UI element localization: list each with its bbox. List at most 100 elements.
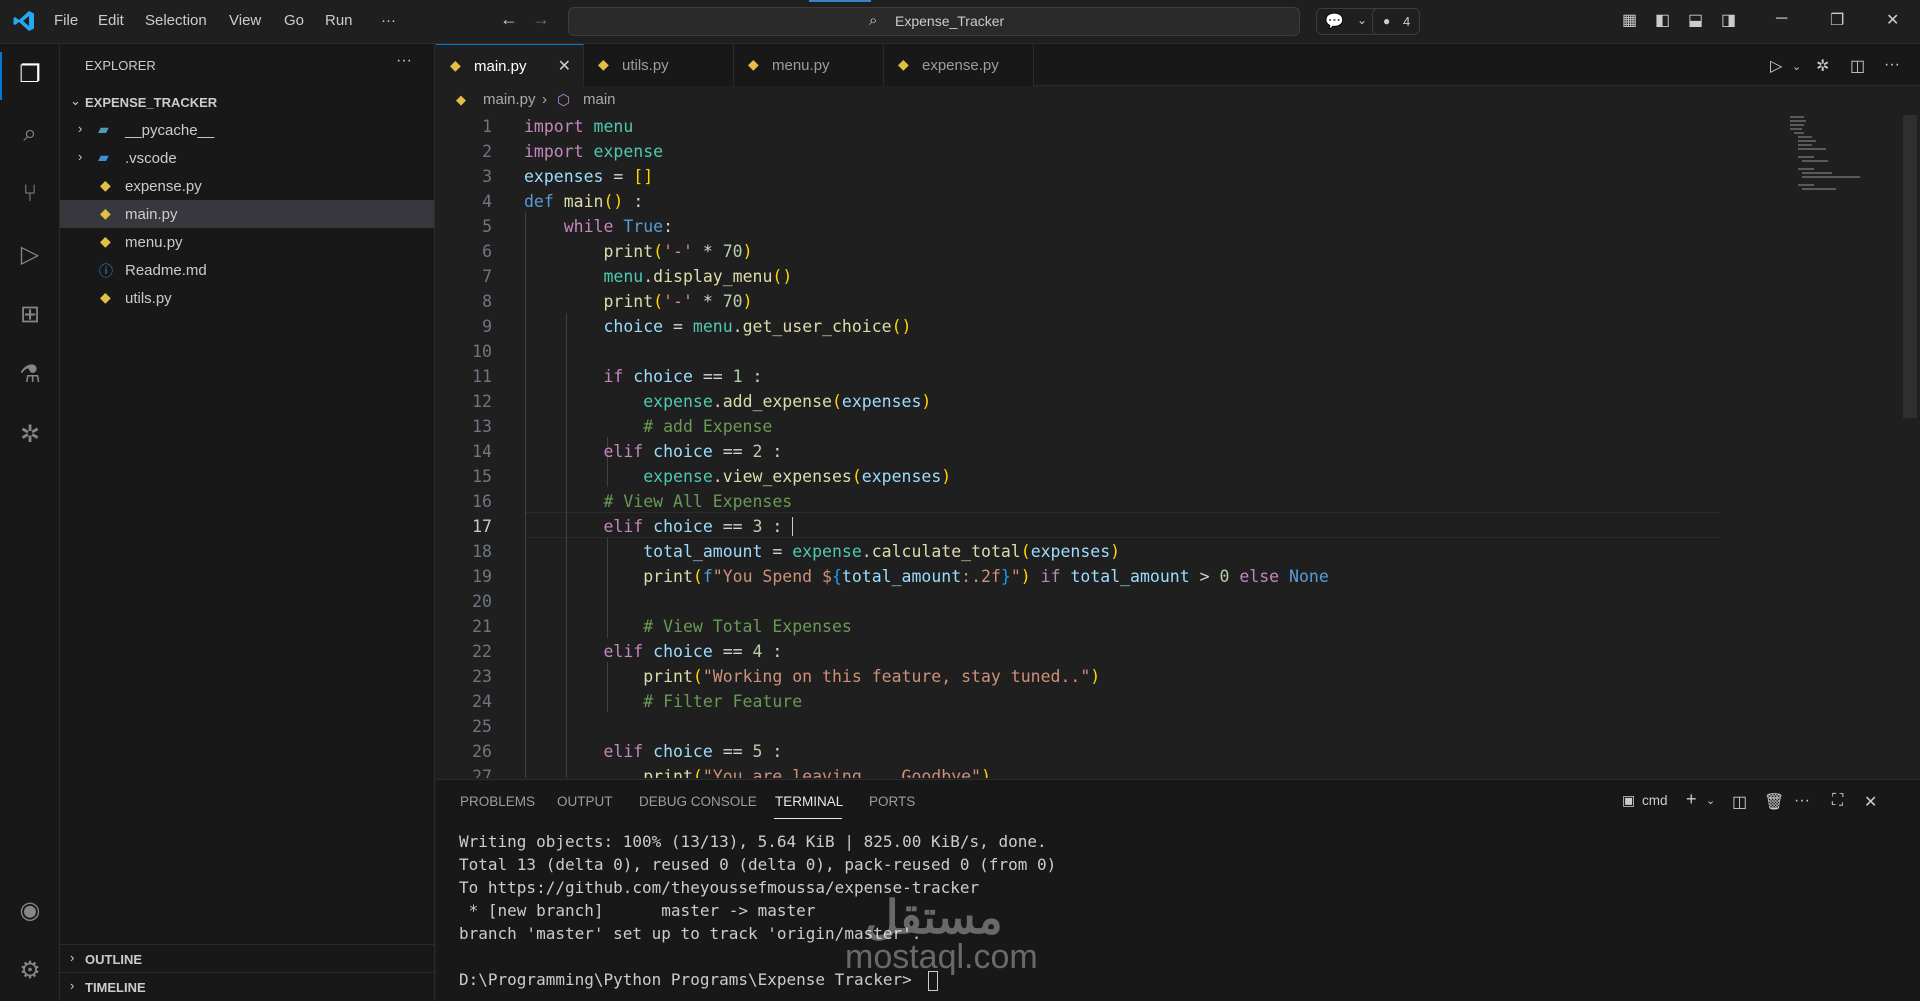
menu-file[interactable]: File [54, 12, 78, 29]
maximize-panel-icon[interactable]: ⛶ [1832, 792, 1843, 810]
line-number: 14 [472, 442, 492, 461]
code-line: 22 elif choice == 4 : [436, 642, 1786, 667]
tab-menu-py[interactable]: ◆ menu.py [734, 44, 884, 86]
menu-more[interactable]: ··· [381, 12, 396, 29]
code-line: 23 print("Working on this feature, stay … [436, 667, 1786, 692]
tree-item-readme[interactable]: ⓘ Readme.md [60, 256, 434, 284]
terminal-line: Total 13 (delta 0), reused 0 (delta 0), … [459, 855, 1057, 874]
chatgpt-icon[interactable]: ✲ [0, 420, 60, 449]
chatgpt-icon[interactable]: ✲ [1816, 56, 1829, 76]
toggle-panel-icon[interactable]: ⬓ [1688, 10, 1703, 30]
code-line: 12 expense.add_expense(expenses) [436, 392, 1786, 417]
testing-icon[interactable]: ⚗ [0, 360, 60, 389]
close-panel-icon[interactable]: ✕ [1864, 792, 1877, 812]
code-line: 7 menu.display_menu() [436, 267, 1786, 292]
tree-item-vscode[interactable]: › ▰ .vscode [60, 144, 434, 172]
editor-tabs: ◆ main.py ✕ ◆ utils.py ◆ menu.py ◆ expen… [436, 44, 1920, 86]
tab-expense-py[interactable]: ◆ expense.py [884, 44, 1034, 86]
tree-item-utils-py[interactable]: ◆ utils.py [60, 284, 434, 312]
code-editor[interactable]: 1 import menu 2 import expense 3 expenses =… [436, 112, 1920, 778]
python-file-icon: ◆ [748, 56, 759, 72]
tree-item-label: utils.py [125, 290, 172, 307]
tree-item-label: Readme.md [125, 262, 207, 279]
breadcrumb-symbol[interactable]: main [583, 91, 616, 108]
tab-output[interactable]: OUTPUT [557, 794, 613, 809]
menu-view[interactable]: View [229, 12, 261, 29]
line-number: 27 [472, 767, 492, 778]
breadcrumb: ◆ main.py › ⬡ main [436, 87, 1920, 111]
code-line: 15 expense.view_expenses(expenses) [436, 467, 1786, 492]
close-icon[interactable]: ✕ [558, 56, 571, 76]
python-file-icon: ◆ [456, 92, 466, 107]
run-debug-icon[interactable]: ▷ [0, 240, 60, 269]
line-number: 12 [472, 392, 492, 411]
line-number: 11 [472, 367, 492, 386]
new-terminal-icon[interactable]: + [1686, 789, 1697, 810]
customize-layout-icon[interactable]: ▦ [1622, 10, 1637, 30]
editor-scrollbar[interactable] [1903, 115, 1917, 418]
vscode-logo-icon [12, 9, 36, 33]
tab-main-py[interactable]: ◆ main.py ✕ [436, 44, 584, 86]
extensions-icon[interactable]: ⊞ [0, 300, 60, 329]
menu-run[interactable]: Run [325, 12, 353, 29]
tree-item-menu-py[interactable]: ◆ menu.py [60, 228, 434, 256]
minimize-icon[interactable]: ─ [1776, 10, 1787, 28]
source-control-icon[interactable]: ⑂ [0, 180, 60, 208]
explorer-sidebar: EXPLORER ··· ⌄ EXPENSE_TRACKER › ▰ __pyc… [60, 44, 435, 1001]
minimap[interactable] [1790, 112, 1876, 192]
project-name: EXPENSE_TRACKER [85, 95, 218, 110]
tab-debug-console[interactable]: DEBUG CONSOLE [639, 794, 757, 809]
breadcrumb-file[interactable]: main.py [483, 91, 536, 108]
trash-icon[interactable]: 🗑 [1764, 792, 1784, 812]
tab-utils-py[interactable]: ◆ utils.py [584, 44, 734, 86]
changes-badge[interactable]: ● 4 [1372, 8, 1420, 35]
more-actions-icon[interactable]: ··· [1884, 56, 1900, 74]
toggle-secondary-sidebar-icon[interactable]: ◨ [1721, 10, 1736, 30]
menu-edit[interactable]: Edit [98, 12, 124, 29]
line-number: 16 [472, 492, 492, 511]
code-line: 14 elif choice == 2 : [436, 442, 1786, 467]
chevron-right-icon: › [542, 91, 547, 108]
toggle-primary-sidebar-icon[interactable]: ◧ [1655, 10, 1670, 30]
restore-icon[interactable]: ❐ [1830, 10, 1844, 30]
run-file-icon[interactable]: ▷ [1770, 56, 1782, 76]
tree-item-main-py[interactable]: ◆ main.py [60, 200, 434, 228]
menu-selection[interactable]: Selection [145, 12, 207, 29]
outline-section[interactable]: › OUTLINE [60, 944, 434, 972]
timeline-section[interactable]: › TIMELINE [60, 972, 434, 1000]
accounts-icon[interactable]: ◉ [0, 896, 60, 925]
dot-icon: ● [1383, 14, 1391, 28]
terminal-shell-label[interactable]: cmd [1642, 793, 1668, 808]
tree-item-label: __pycache__ [125, 122, 215, 139]
code-line: 11 if choice == 1 : [436, 367, 1786, 392]
split-editor-icon[interactable]: ◫ [1850, 56, 1865, 76]
tree-item-pycache[interactable]: › ▰ __pycache__ [60, 116, 434, 144]
explorer-icon[interactable]: ❐ [0, 60, 60, 89]
search-icon[interactable]: ⌕ [0, 120, 60, 148]
terminal-prompt[interactable]: D:\Programming\Python Programs\Expense T… [459, 970, 912, 989]
back-arrow-icon[interactable]: ← [500, 9, 518, 30]
code-line: 26 elif choice == 5 : [436, 742, 1786, 767]
split-terminal-icon[interactable]: ◫ [1732, 792, 1747, 812]
settings-gear-icon[interactable]: ⚙ [0, 956, 60, 985]
tab-problems[interactable]: PROBLEMS [460, 794, 535, 809]
menu-go[interactable]: Go [284, 12, 304, 29]
close-window-icon[interactable]: ✕ [1886, 10, 1899, 30]
project-root[interactable]: ⌄ EXPENSE_TRACKER [60, 88, 434, 116]
line-number: 7 [482, 267, 492, 286]
forward-arrow-icon[interactable]: → [532, 9, 550, 30]
command-center-search[interactable]: ⌕ Expense_Tracker [568, 7, 1300, 36]
chevron-down-icon[interactable]: ⌄ [1706, 794, 1715, 807]
code-line: 19 print(f"You Spend ${total_amount:.2f}… [436, 567, 1786, 592]
tree-item-expense-py[interactable]: ◆ expense.py [60, 172, 434, 200]
python-file-icon: ◆ [898, 56, 909, 72]
code-line: 16 # View All Expenses [436, 492, 1786, 517]
code-line: 1 import menu [436, 117, 1786, 142]
code-line: 17 elif choice == 3 : [436, 517, 1786, 542]
more-actions-icon[interactable]: ··· [1794, 792, 1810, 810]
tab-ports[interactable]: PORTS [869, 794, 915, 809]
tab-terminal[interactable]: TERMINAL [775, 794, 843, 809]
title-bar: File Edit Selection View Go Run ··· ← → … [0, 0, 1920, 44]
chevron-down-icon[interactable]: ⌄ [1792, 60, 1801, 73]
explorer-more-button[interactable]: ··· [396, 52, 412, 70]
